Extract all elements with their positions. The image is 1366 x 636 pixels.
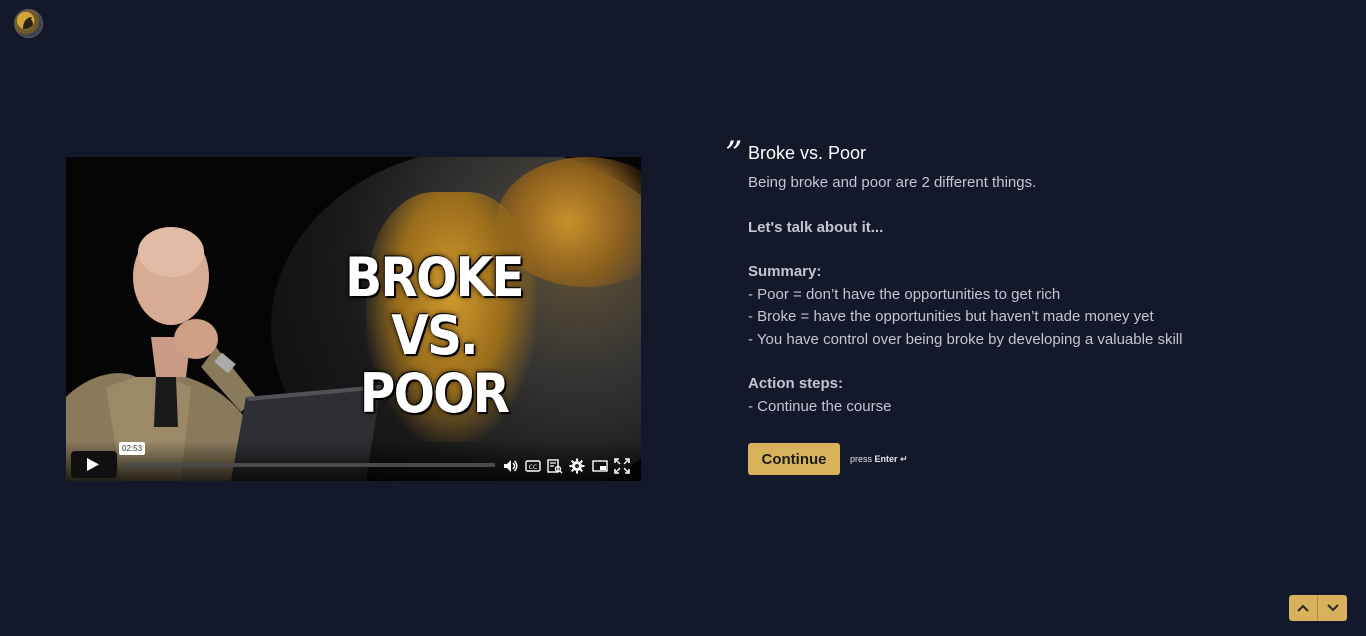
previous-button[interactable] <box>1289 595 1318 621</box>
continue-row: Continue press Enter ↵ <box>748 443 908 475</box>
captions-icon[interactable]: CC <box>525 458 541 474</box>
brand-logo-icon[interactable] <box>14 9 43 38</box>
progress-bar[interactable] <box>123 463 495 467</box>
summary-item: - Poor = don’t have the opportunities to… <box>748 285 1061 303</box>
fullscreen-icon[interactable] <box>614 458 630 474</box>
summary-item: - Broke = have the opportunities but hav… <box>748 308 1154 325</box>
page: BROKE VS. POOR 02:53 CC ” Broke vs. Poor… <box>0 0 1366 636</box>
thumbnail-title: BROKE VS. POOR <box>345 246 524 425</box>
continue-button[interactable]: Continue <box>748 443 840 475</box>
press-text: press <box>850 453 873 464</box>
settings-icon[interactable] <box>569 458 585 474</box>
lesson-intro: Being broke and poor are 2 different thi… <box>748 174 1037 191</box>
summary-item: - You have control over being broke by d… <box>748 330 1183 348</box>
action-steps-heading: Action steps: <box>748 375 844 392</box>
volume-icon[interactable] <box>502 458 518 474</box>
play-icon <box>87 458 99 471</box>
svg-text:CC: CC <box>529 464 537 471</box>
enter-key-text: Enter ↵ <box>874 453 908 464</box>
chapters-icon[interactable] <box>547 458 563 474</box>
lets-talk-text: Let's talk about it... <box>748 218 884 236</box>
press-enter-hint: press Enter ↵ <box>850 454 908 465</box>
lesson-content: Broke vs. Poor Being broke and poor are … <box>748 142 1308 418</box>
question-nav <box>1289 595 1347 621</box>
quote-mark: ” <box>725 134 743 174</box>
action-step-item: - Continue the course <box>748 397 892 415</box>
play-button[interactable] <box>71 451 117 478</box>
time-tooltip: 02:53 <box>119 442 146 455</box>
lesson-title: Broke vs. Poor <box>748 143 867 163</box>
chevron-down-icon <box>1326 604 1339 612</box>
chevron-up-icon <box>1297 604 1309 612</box>
picture-in-picture-icon[interactable] <box>592 458 608 474</box>
summary-heading: Summary: <box>748 263 822 280</box>
video-controls: 02:53 CC <box>66 441 641 481</box>
video-player[interactable]: BROKE VS. POOR 02:53 CC <box>66 157 641 481</box>
next-button[interactable] <box>1318 595 1347 621</box>
